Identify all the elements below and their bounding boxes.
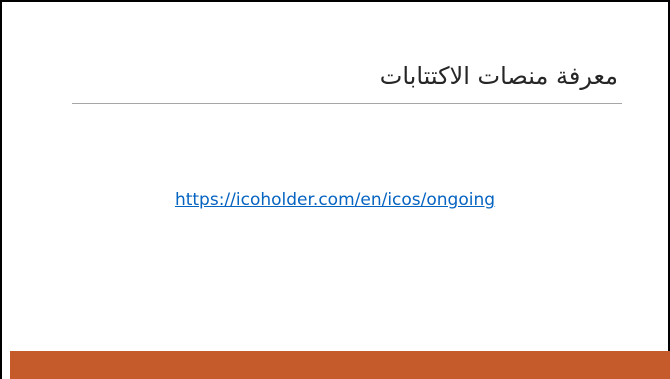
footer-accent-bar	[10, 351, 670, 379]
slide: معرفة منصات الاكتتابات https://icoholder…	[0, 0, 670, 379]
ico-ongoing-link[interactable]: https://icoholder.com/en/icos/ongoing	[2, 190, 668, 210]
slide-title: معرفة منصات الاكتتابات	[379, 62, 618, 90]
title-divider	[72, 103, 622, 104]
